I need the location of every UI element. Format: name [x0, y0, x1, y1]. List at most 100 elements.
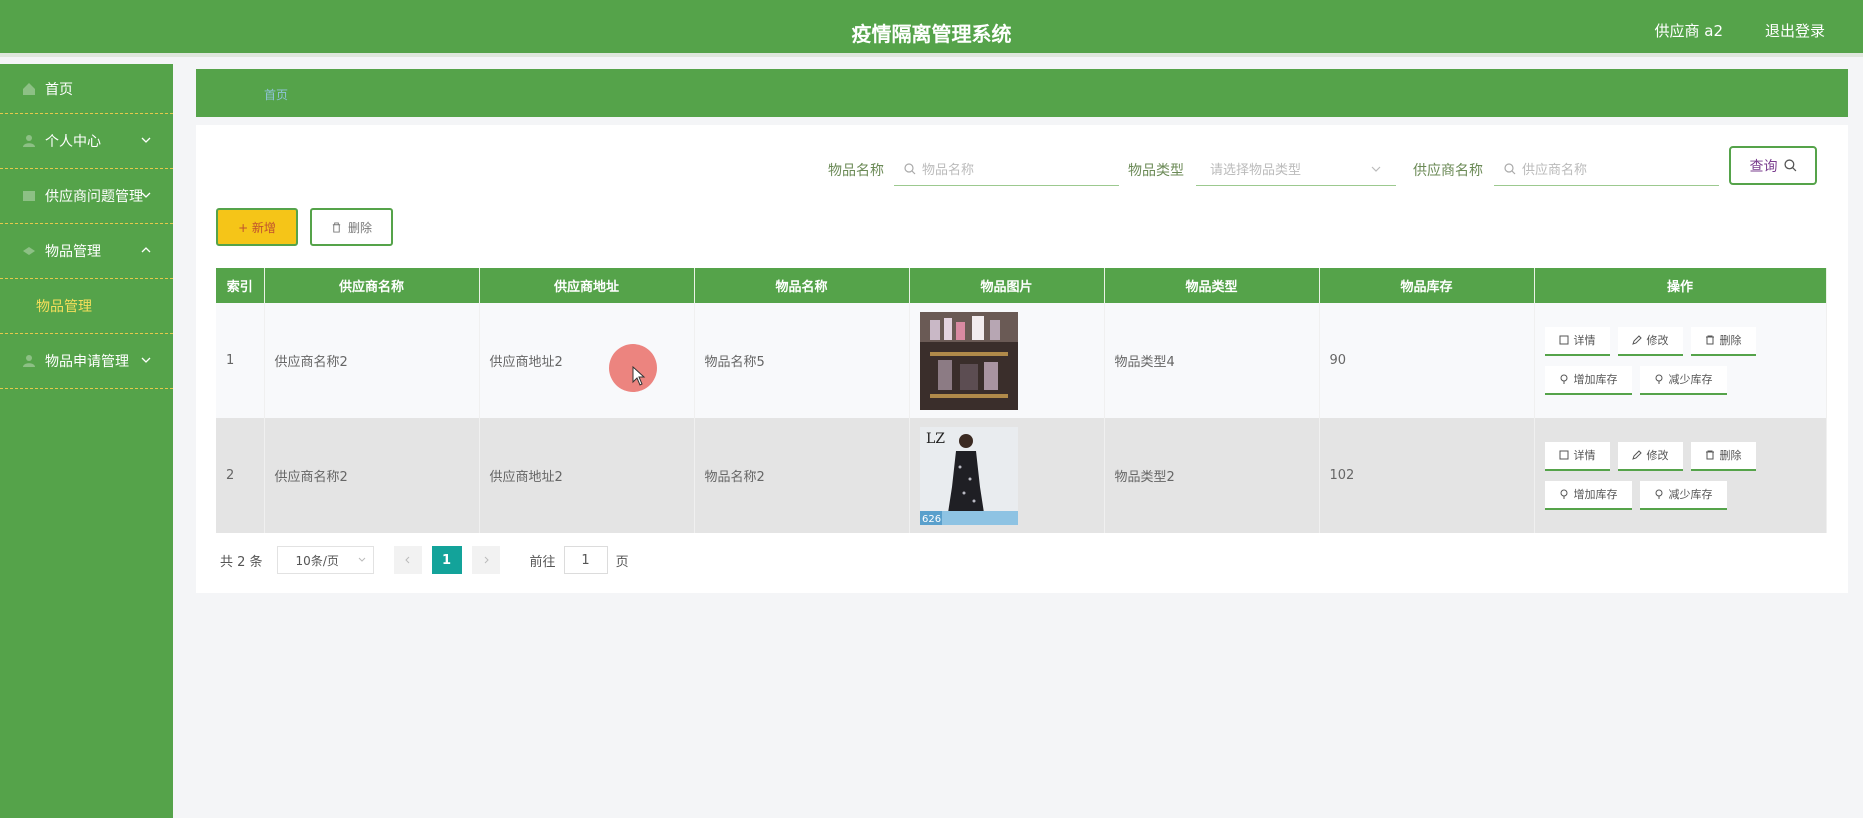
page-size-value: 10条/页 — [295, 553, 339, 568]
table-row[interactable]: 1 供应商名称2 供应商地址2 物品名称5 物品类型4 90 详情 修改 删除 … — [216, 303, 1827, 418]
page-size-select[interactable]: 10条/页 — [276, 546, 374, 574]
supplier-name-label: 供应商名称 — [1413, 163, 1483, 179]
cell-actions: 详情 修改 删除 增加库存 减少库存 — [1534, 303, 1827, 418]
sidebar-item-personal-center[interactable]: 个人中心 — [0, 114, 173, 169]
col-header-stock: 物品库存 — [1319, 268, 1535, 303]
col-header-actions: 操作 — [1534, 268, 1827, 303]
trash-icon — [1705, 335, 1714, 345]
edit-button[interactable]: 修改 — [1617, 441, 1683, 471]
document-icon — [1559, 335, 1568, 345]
add-stock-button[interactable]: 增加库存 — [1544, 365, 1632, 395]
item-type-label: 物品类型 — [1128, 163, 1184, 179]
cell-index: 1 — [216, 303, 265, 418]
add-button[interactable]: + 新增 — [216, 208, 298, 246]
box-icon — [23, 247, 35, 255]
delete-button[interactable]: 删除 — [1690, 441, 1756, 471]
table-header-row: 索引 供应商名称 供应商地址 物品名称 物品图片 物品类型 物品库存 操作 — [216, 268, 1827, 303]
delete-label: 删除 — [1719, 334, 1742, 347]
chevron-down-icon — [1371, 166, 1381, 172]
cell-actions: 详情 修改 删除 增加库存 减少库存 — [1534, 418, 1827, 533]
cell-stock: 102 — [1319, 418, 1535, 533]
col-header-item-image: 物品图片 — [909, 268, 1105, 303]
breadcrumb-home[interactable]: 首页 — [264, 86, 288, 103]
reduce-stock-label: 减少库存 — [1668, 488, 1713, 501]
top-header: 疫情隔离管理系统 供应商 a2 退出登录 — [0, 0, 1863, 57]
reduce-stock-label: 减少库存 — [1668, 373, 1713, 386]
edit-label: 修改 — [1646, 334, 1669, 347]
next-page-button[interactable] — [471, 546, 500, 574]
sidebar-item-supplier-questions[interactable]: 供应商问题管理 — [0, 169, 173, 224]
supplier-name-placeholder: 供应商名称 — [1522, 163, 1588, 178]
reduce-stock-button[interactable]: 减少库存 — [1639, 480, 1727, 510]
search-icon — [1783, 159, 1796, 172]
detail-label: 详情 — [1573, 334, 1596, 347]
sidebar-item-label: 首页 — [45, 81, 73, 98]
item-thumbnail[interactable] — [919, 311, 1018, 410]
delete-button[interactable]: 删除 — [1690, 326, 1756, 356]
goto-label: 前往 — [529, 554, 556, 570]
item-name-input[interactable]: 物品名称 — [894, 152, 1119, 186]
add-stock-button[interactable]: 增加库存 — [1544, 480, 1632, 510]
page-suffix: 页 — [615, 554, 629, 570]
col-header-address: 供应商地址 — [479, 268, 695, 303]
page-number-current[interactable]: 1 — [431, 546, 462, 574]
table-row[interactable]: 2 供应商名称2 供应商地址2 物品名称2 LZ 626 物品类型2 102 详… — [216, 418, 1827, 533]
cell-item-image: LZ 626 — [909, 418, 1105, 533]
batch-delete-label: 删除 — [347, 220, 372, 235]
mouse-pointer-icon — [632, 366, 646, 386]
cell-item-type: 物品类型4 — [1104, 303, 1320, 418]
cell-index: 2 — [216, 418, 265, 533]
document-icon — [1559, 450, 1568, 460]
sidebar-item-label: 物品申请管理 — [45, 354, 129, 370]
chevron-left-icon — [404, 556, 409, 564]
add-stock-label: 增加库存 — [1573, 373, 1618, 386]
edit-label: 修改 — [1646, 449, 1669, 462]
add-stock-label: 增加库存 — [1573, 488, 1618, 501]
item-type-placeholder: 请选择物品类型 — [1210, 163, 1302, 178]
cell-supplier: 供应商名称2 — [264, 303, 480, 418]
cell-item-type: 物品类型2 — [1104, 418, 1320, 533]
item-thumbnail[interactable]: LZ 626 — [919, 426, 1018, 525]
batch-delete-button[interactable]: 删除 — [310, 208, 393, 246]
location-pin-icon — [1655, 489, 1662, 499]
query-button-label: 查询 — [1749, 158, 1778, 175]
sidebar: 首页 个人中心 供应商问题管理 物品管理 物品管理 物品申请管理 — [0, 64, 173, 818]
question-icon — [23, 191, 35, 201]
chevron-right-icon — [484, 556, 489, 564]
chevron-down-icon — [141, 192, 151, 198]
breadcrumb: 首页 — [196, 69, 1848, 117]
goto-page-input[interactable]: 1 — [563, 546, 608, 574]
chevron-up-icon — [141, 247, 151, 253]
current-user-label: 供应商 a2 — [1654, 22, 1723, 40]
thumbnail-brand-text: LZ — [926, 431, 945, 447]
trash-icon — [1705, 450, 1714, 460]
prev-page-button[interactable] — [393, 546, 422, 574]
col-header-item-name: 物品名称 — [694, 268, 910, 303]
item-name-placeholder: 物品名称 — [922, 163, 975, 178]
sidebar-item-home[interactable]: 首页 — [0, 64, 173, 114]
home-icon — [23, 82, 35, 95]
cell-item-name: 物品名称5 — [694, 303, 910, 418]
detail-button[interactable]: 详情 — [1544, 326, 1610, 356]
reduce-stock-button[interactable]: 减少库存 — [1639, 365, 1727, 395]
query-button[interactable]: 查询 — [1729, 146, 1817, 185]
edit-button[interactable]: 修改 — [1617, 326, 1683, 356]
cell-supplier: 供应商名称2 — [264, 418, 480, 533]
logout-link[interactable]: 退出登录 — [1765, 20, 1825, 41]
sidebar-subitem-goods-management[interactable]: 物品管理 — [0, 279, 173, 334]
sidebar-item-goods-apply[interactable]: 物品申请管理 — [0, 334, 173, 389]
cell-item-image — [909, 303, 1105, 418]
pagination: 共 2 条 10条/页 1 前往 1 页 — [220, 545, 629, 575]
detail-label: 详情 — [1573, 449, 1596, 462]
detail-button[interactable]: 详情 — [1544, 441, 1610, 471]
total-count: 共 2 条 — [220, 554, 263, 570]
sidebar-item-label: 供应商问题管理 — [45, 189, 143, 205]
supplier-name-input[interactable]: 供应商名称 — [1494, 152, 1719, 186]
pencil-icon — [1631, 335, 1642, 345]
chevron-down-icon — [141, 357, 151, 363]
cell-address: 供应商地址2 — [479, 418, 695, 533]
sidebar-item-goods-management[interactable]: 物品管理 — [0, 224, 173, 279]
item-type-select[interactable]: 请选择物品类型 — [1196, 152, 1396, 186]
delete-label: 删除 — [1719, 449, 1742, 462]
app-title: 疫情隔离管理系统 — [851, 22, 1012, 46]
